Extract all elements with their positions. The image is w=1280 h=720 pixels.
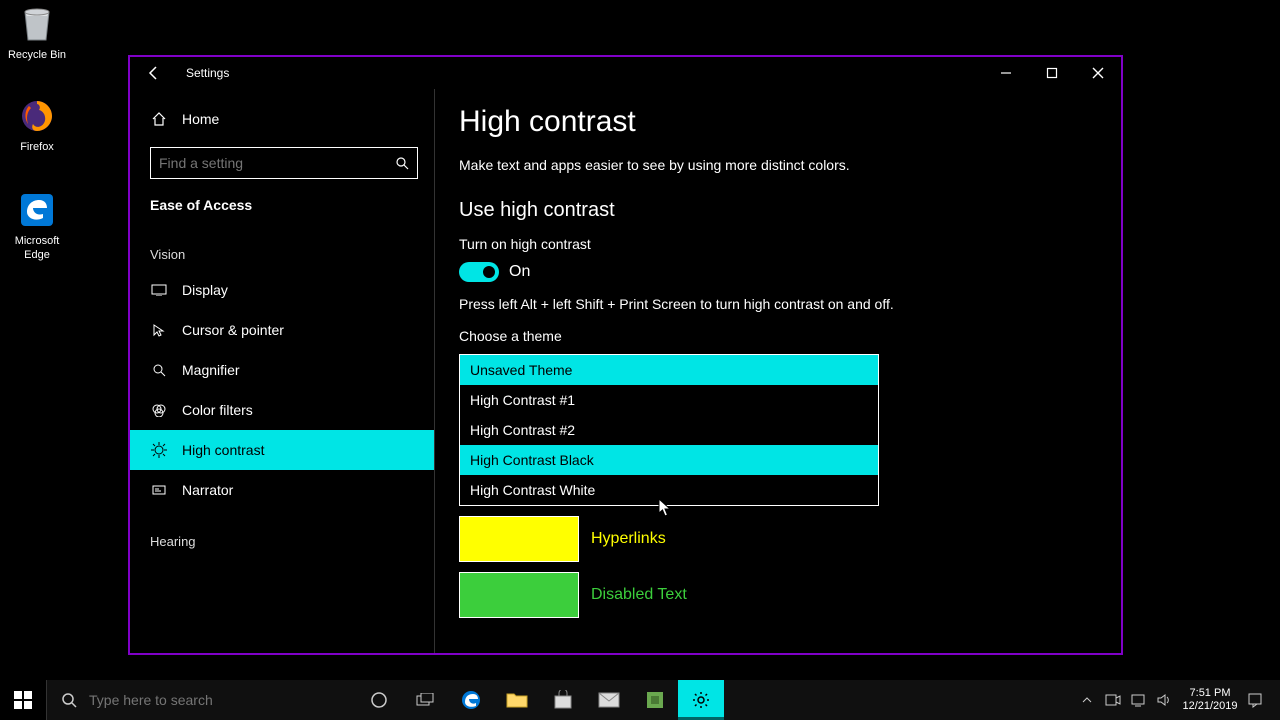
sidebar-item-label: Display xyxy=(182,282,228,298)
taskbar-app-store[interactable] xyxy=(540,680,586,720)
action-center-button[interactable] xyxy=(1242,680,1268,720)
taskbar-app-mail[interactable] xyxy=(586,680,632,720)
back-button[interactable] xyxy=(130,57,178,89)
edge-icon xyxy=(17,190,57,230)
task-view-button[interactable] xyxy=(402,680,448,720)
tray-network[interactable] xyxy=(1126,680,1152,720)
sidebar-item-display[interactable]: Display xyxy=(130,270,434,310)
sidebar-item-cursor[interactable]: Cursor & pointer xyxy=(130,310,434,350)
theme-label: Choose a theme xyxy=(459,328,1097,344)
window-title: Settings xyxy=(186,66,229,80)
shortcut-hint: Press left Alt + left Shift + Print Scre… xyxy=(459,296,1097,312)
taskbar-app-explorer[interactable] xyxy=(494,680,540,720)
taskbar-clock[interactable]: 7:51 PM 12/21/2019 xyxy=(1178,687,1242,713)
sidebar-item-high-contrast[interactable]: High contrast xyxy=(130,430,434,470)
sidebar-item-label: Magnifier xyxy=(182,362,240,378)
theme-option-hc1[interactable]: High Contrast #1 xyxy=(460,385,878,415)
sidebar-item-label: Home xyxy=(182,111,219,127)
sidebar-item-narrator[interactable]: Narrator xyxy=(130,470,434,510)
settings-window: Settings Home Ease of Access Vision Disp… xyxy=(128,55,1123,655)
search-icon xyxy=(61,692,77,708)
color-row-disabled: Disabled Text xyxy=(459,572,1097,618)
start-button[interactable] xyxy=(0,680,46,720)
display-icon xyxy=(150,284,168,296)
color-row-hyperlinks: Hyperlinks xyxy=(459,516,1097,562)
taskbar-app-edge[interactable] xyxy=(448,680,494,720)
maximize-button[interactable] xyxy=(1029,57,1075,89)
taskbar: 7:51 PM 12/21/2019 xyxy=(0,680,1280,720)
titlebar[interactable]: Settings xyxy=(130,57,1121,89)
desktop-icon-recycle-bin[interactable]: Recycle Bin xyxy=(2,4,72,62)
color-label-disabled: Disabled Text xyxy=(591,586,687,604)
color-label-hyperlinks: Hyperlinks xyxy=(591,530,666,548)
theme-option-hc-black[interactable]: High Contrast Black xyxy=(460,445,878,475)
taskbar-search-input[interactable] xyxy=(89,692,356,708)
taskbar-app-settings[interactable] xyxy=(678,680,724,720)
content-pane: High contrast Make text and apps easier … xyxy=(435,89,1121,653)
theme-dropdown[interactable]: Unsaved Theme High Contrast #1 High Cont… xyxy=(459,354,879,506)
close-button[interactable] xyxy=(1075,57,1121,89)
gear-icon xyxy=(692,691,710,709)
sidebar-item-magnifier[interactable]: Magnifier xyxy=(130,350,434,390)
sidebar-item-color-filters[interactable]: Color filters xyxy=(130,390,434,430)
home-icon xyxy=(150,111,168,127)
color-filters-icon xyxy=(150,403,168,417)
toggle-state: On xyxy=(509,263,530,281)
section-heading: Use high contrast xyxy=(459,199,1097,222)
swatch-disabled[interactable] xyxy=(459,572,579,618)
page-title: High contrast xyxy=(459,105,1097,139)
windows-icon xyxy=(14,691,32,709)
system-tray: 7:51 PM 12/21/2019 xyxy=(1074,680,1280,720)
clock-time: 7:51 PM xyxy=(1190,687,1231,700)
desktop-icon-firefox[interactable]: Firefox xyxy=(2,96,72,154)
sidebar-item-label: Narrator xyxy=(182,482,233,498)
toggle-knob xyxy=(483,266,495,278)
search-input-wrapper[interactable] xyxy=(150,147,418,179)
sidebar-item-label: High contrast xyxy=(182,442,264,458)
high-contrast-toggle[interactable] xyxy=(459,262,499,282)
sidebar: Home Ease of Access Vision Display Curso… xyxy=(130,89,435,653)
theme-option-hc2[interactable]: High Contrast #2 xyxy=(460,415,878,445)
search-icon xyxy=(395,156,409,170)
cortana-button[interactable] xyxy=(356,680,402,720)
firefox-icon xyxy=(17,96,57,136)
clock-date: 12/21/2019 xyxy=(1182,700,1237,713)
taskbar-app-generic[interactable] xyxy=(632,680,678,720)
tray-overflow[interactable] xyxy=(1074,680,1100,720)
sidebar-item-label: Cursor & pointer xyxy=(182,322,284,338)
search-input[interactable] xyxy=(159,155,395,171)
minimize-button[interactable] xyxy=(983,57,1029,89)
sidebar-home[interactable]: Home xyxy=(130,99,434,139)
sidebar-group-hearing: Hearing xyxy=(130,510,434,557)
tray-meet-now[interactable] xyxy=(1100,680,1126,720)
sidebar-category: Ease of Access xyxy=(130,191,434,223)
toggle-label: Turn on high contrast xyxy=(459,236,1097,252)
theme-option-hc-white[interactable]: High Contrast White xyxy=(460,475,878,505)
cursor-icon xyxy=(150,323,168,337)
magnifier-icon xyxy=(150,363,168,377)
tray-volume[interactable] xyxy=(1152,680,1178,720)
taskbar-search[interactable] xyxy=(46,680,356,720)
high-contrast-icon xyxy=(150,442,168,458)
sidebar-item-label: Color filters xyxy=(182,402,253,418)
swatch-hyperlinks[interactable] xyxy=(459,516,579,562)
desktop-icon-label: Microsoft Edge xyxy=(2,234,72,262)
recycle-bin-icon xyxy=(17,4,57,44)
sidebar-group-vision: Vision xyxy=(130,223,434,270)
theme-option-unsaved[interactable]: Unsaved Theme xyxy=(460,355,878,385)
narrator-icon xyxy=(150,483,168,497)
desktop-icon-label: Recycle Bin xyxy=(2,48,72,62)
page-description: Make text and apps easier to see by usin… xyxy=(459,157,1097,173)
desktop-icon-edge[interactable]: Microsoft Edge xyxy=(2,190,72,262)
desktop-icon-label: Firefox xyxy=(2,140,72,154)
